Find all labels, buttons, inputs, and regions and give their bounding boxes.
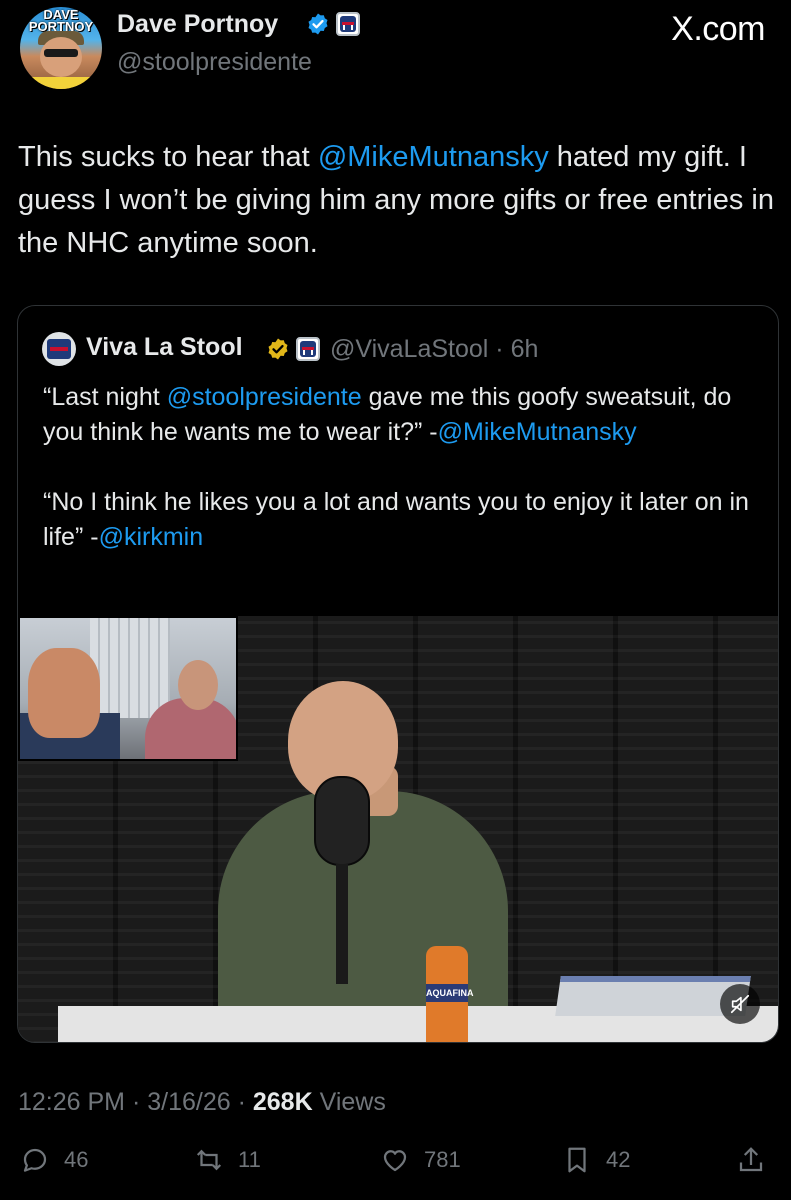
reply-count: 46 xyxy=(64,1147,89,1172)
tweet-meta: 12:26 PM · 3/16/26 · 268K Views xyxy=(18,1088,386,1116)
like-button[interactable]: 781 xyxy=(380,1145,461,1175)
bottle-label: AQUAFINA xyxy=(426,984,474,1002)
repost-icon xyxy=(196,1149,222,1171)
views-label: Views xyxy=(319,1088,386,1116)
author-handle[interactable]: @stoolpresidente xyxy=(117,48,312,77)
author-avatar[interactable]: DAVE PORTNOY xyxy=(20,7,102,89)
tweet-text-part: This sucks to hear that xyxy=(18,141,318,173)
mention-link[interactable]: @kirkmin xyxy=(99,523,204,551)
action-bar: 46 11 781 42 xyxy=(0,1145,791,1189)
barstool-badge-icon xyxy=(296,337,320,361)
avatar-text: DAVE PORTNOY xyxy=(28,7,94,34)
bookmark-button[interactable]: 42 xyxy=(562,1145,630,1175)
quote-text-part: “Last night xyxy=(43,383,167,411)
share-button[interactable] xyxy=(736,1145,766,1175)
share-icon xyxy=(739,1147,763,1172)
site-watermark: X.com xyxy=(671,10,765,48)
views-count: 268K xyxy=(252,1088,313,1116)
quote-video[interactable]: AQUAFINA xyxy=(18,616,778,1042)
quoted-tweet[interactable]: Viva La Stool @VivaLaStool · 6h “Last ni… xyxy=(17,305,779,1043)
microphone-stand xyxy=(336,864,348,984)
mention-link[interactable]: @MikeMutnansky xyxy=(438,418,637,446)
mention-link[interactable]: @MikeMutnansky xyxy=(318,141,549,173)
mute-button[interactable] xyxy=(720,984,760,1024)
reply-icon xyxy=(23,1148,47,1172)
like-icon xyxy=(383,1150,407,1172)
picture-in-picture-inset xyxy=(18,616,238,761)
repost-count: 11 xyxy=(238,1147,261,1172)
quote-author-name[interactable]: Viva La Stool xyxy=(86,333,243,362)
bookmark-icon xyxy=(568,1147,586,1173)
author-name[interactable]: Dave Portnoy xyxy=(117,10,278,39)
avatar-rim xyxy=(20,77,102,89)
quote-avatar[interactable] xyxy=(42,332,76,366)
gold-verified-badge-icon xyxy=(268,338,288,360)
mute-icon xyxy=(730,994,750,1014)
barstool-badge-icon xyxy=(336,12,360,36)
bookmark-count: 42 xyxy=(606,1147,631,1172)
repost-button[interactable]: 11 xyxy=(194,1145,261,1175)
reply-button[interactable]: 46 xyxy=(20,1145,88,1175)
tweet-date[interactable]: 3/16/26 xyxy=(147,1088,230,1116)
avatar-glasses xyxy=(44,49,78,57)
tweet-time[interactable]: 12:26 PM xyxy=(18,1088,125,1116)
mention-link[interactable]: @stoolpresidente xyxy=(167,383,362,411)
quote-text: “Last night @stoolpresidente gave me thi… xyxy=(43,380,763,555)
verified-badge-icon xyxy=(308,13,328,35)
quote-handle-time[interactable]: @VivaLaStool · 6h xyxy=(330,335,538,364)
microphone xyxy=(314,776,370,866)
avatar-face xyxy=(40,37,82,77)
like-count: 781 xyxy=(424,1147,461,1172)
tweet-text: This sucks to hear that @MikeMutnansky h… xyxy=(18,136,778,265)
